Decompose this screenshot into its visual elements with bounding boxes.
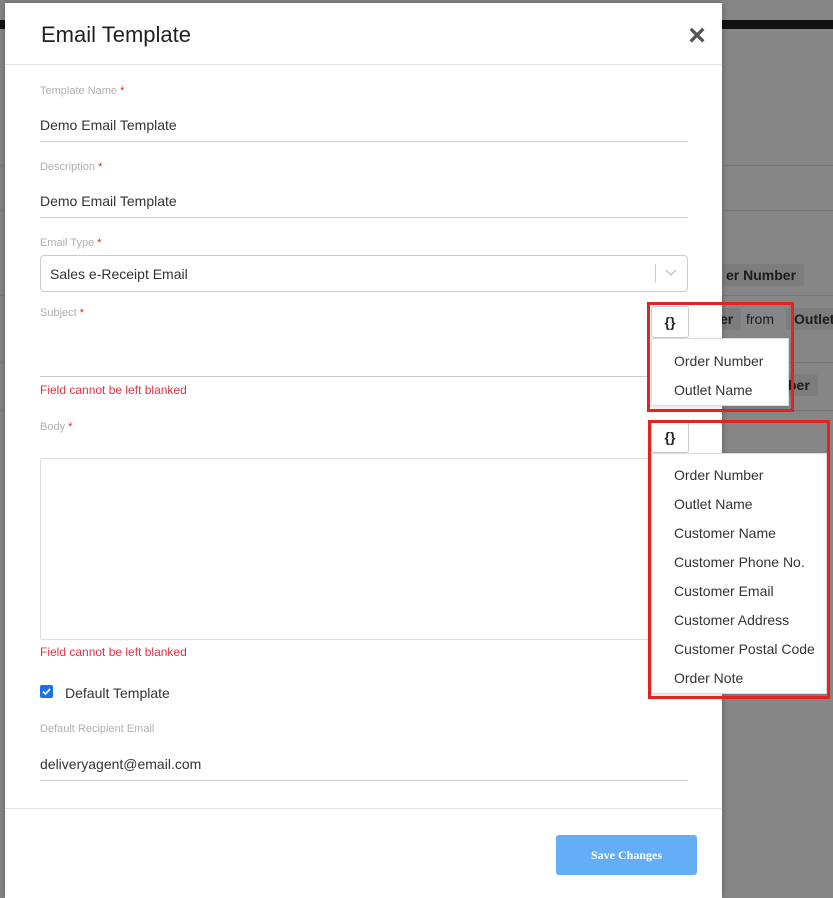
email-type-select[interactable]: Sales e-Receipt Email <box>40 255 688 292</box>
email-type-selected-value: Sales e-Receipt Email <box>50 266 188 282</box>
email-type-label: Email Type * <box>40 237 102 249</box>
close-icon[interactable]: × <box>684 21 710 51</box>
body-error: Field cannot be left blanked <box>40 645 187 659</box>
default-recipient-email-label: Default Recipient Email <box>40 723 155 735</box>
modal-footer-divider <box>5 808 722 809</box>
subject-highlight-box <box>647 302 794 412</box>
modal-header: Email Template × <box>5 3 722 65</box>
template-name-input[interactable]: Demo Email Template <box>40 117 688 142</box>
chevron-down-icon[interactable] <box>663 266 679 280</box>
save-changes-button[interactable]: Save Changes <box>556 835 697 875</box>
select-separator <box>655 264 656 283</box>
modal-title: Email Template <box>41 22 191 47</box>
description-label: Description * <box>40 161 103 173</box>
required-mark: * <box>98 161 103 173</box>
subject-error: Field cannot be left blanked <box>40 383 187 397</box>
body-textarea[interactable] <box>40 458 652 640</box>
subject-input[interactable] <box>40 376 650 377</box>
template-name-label: Template Name * <box>40 85 125 97</box>
default-template-label[interactable]: Default Template <box>65 685 170 701</box>
subject-label: Subject * <box>40 307 85 319</box>
default-template-checkbox[interactable] <box>40 685 53 698</box>
default-recipient-email-input[interactable]: deliveryagent@email.com <box>40 756 688 781</box>
required-mark: * <box>97 237 102 249</box>
email-template-modal: Email Template × Template Name * Demo Em… <box>5 3 722 898</box>
required-mark: * <box>79 307 85 319</box>
body-label: Body * <box>40 421 73 433</box>
required-mark: * <box>120 85 125 97</box>
description-input[interactable]: Demo Email Template <box>40 193 688 218</box>
required-mark: * <box>68 421 73 433</box>
body-highlight-box <box>648 420 830 699</box>
